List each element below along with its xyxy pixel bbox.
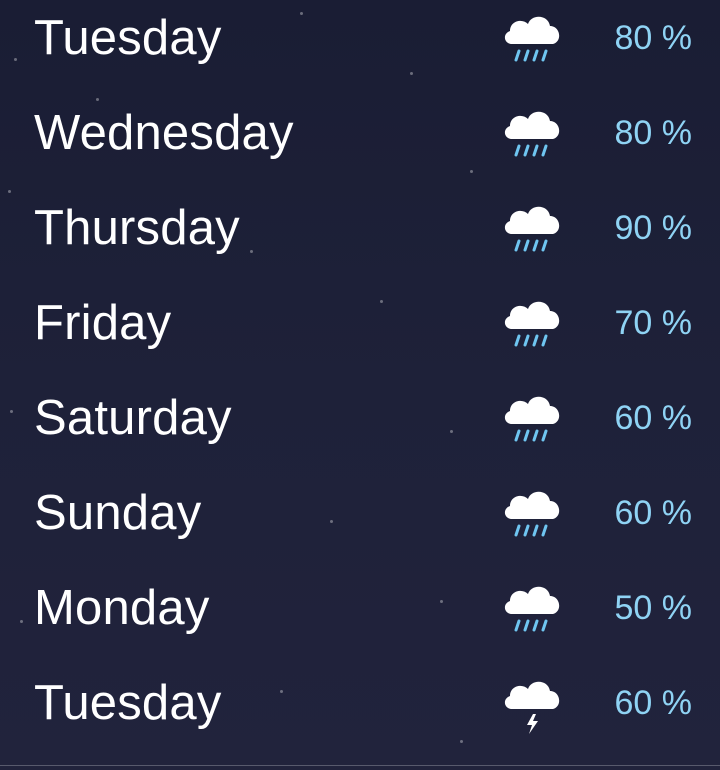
forecast-row-thursday: Thursday 90 % — [0, 190, 720, 285]
day-label: Thursday — [34, 201, 240, 255]
bottom-divider — [0, 765, 720, 766]
precipitation-chance: 80 % — [614, 114, 693, 152]
cloud-rain-icon — [500, 103, 566, 169]
weather-screen: Tuesday 80 % Wednesday 80 % Thursday 90 … — [0, 0, 720, 770]
precipitation-chance: 50 % — [614, 589, 693, 627]
precipitation-chance: 80 % — [614, 19, 693, 57]
day-label: Tuesday — [34, 11, 222, 65]
forecast-row-wednesday: Wednesday 80 % — [0, 95, 720, 190]
day-label: Saturday — [34, 391, 232, 445]
day-label: Tuesday — [34, 676, 222, 730]
forecast-row-monday: Monday 50 % — [0, 570, 720, 665]
precipitation-chance: 70 % — [614, 304, 693, 342]
forecast-row-tuesday-next: Tuesday 60 % — [0, 665, 720, 760]
forecast-row-sunday: Sunday 60 % — [0, 475, 720, 570]
precipitation-chance: 90 % — [614, 209, 693, 247]
cloud-rain-icon — [500, 198, 566, 264]
cloud-rain-icon — [500, 293, 566, 359]
cloud-lightning-icon — [500, 673, 566, 739]
cloud-rain-icon — [500, 8, 566, 74]
precipitation-chance: 60 % — [614, 399, 693, 437]
day-label: Monday — [34, 581, 210, 635]
day-label: Friday — [34, 296, 172, 350]
cloud-rain-icon — [500, 578, 566, 644]
forecast-list: Tuesday 80 % Wednesday 80 % Thursday 90 … — [0, 0, 720, 760]
precipitation-chance: 60 % — [614, 494, 693, 532]
forecast-row-saturday: Saturday 60 % — [0, 380, 720, 475]
forecast-row-tuesday: Tuesday 80 % — [0, 0, 720, 95]
precipitation-chance: 60 % — [614, 684, 693, 722]
forecast-row-friday: Friday 70 % — [0, 285, 720, 380]
day-label: Wednesday — [34, 106, 294, 160]
cloud-rain-icon — [500, 483, 566, 549]
cloud-rain-icon — [500, 388, 566, 454]
day-label: Sunday — [34, 486, 202, 540]
